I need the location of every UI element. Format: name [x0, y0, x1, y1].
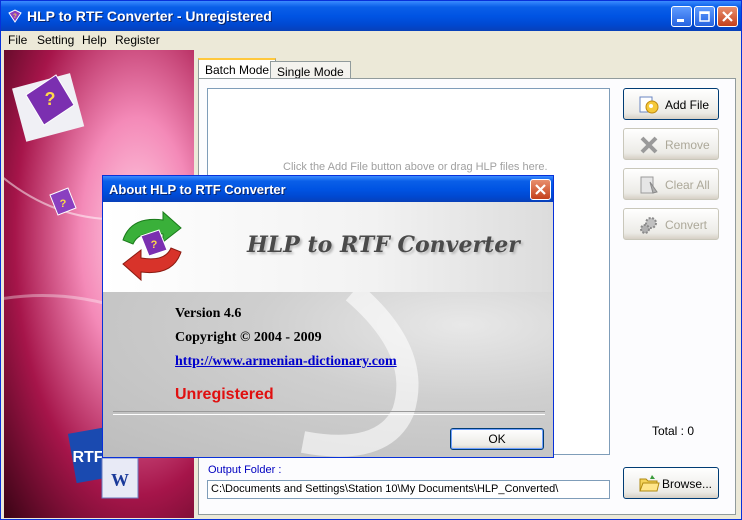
- browse-button[interactable]: Browse...: [623, 467, 719, 499]
- about-banner: ? HLP to RTF Converter: [103, 202, 553, 292]
- file-list-hint: Click the Add File button above or drag …: [283, 161, 548, 173]
- output-folder-field[interactable]: C:\Documents and Settings\Station 10\My …: [207, 480, 610, 499]
- menu-bar: File Setting Help Register: [1, 31, 741, 50]
- clear-all-icon: [640, 176, 658, 194]
- close-icon: [722, 11, 733, 22]
- total-count: Total : 0: [652, 424, 695, 438]
- output-folder-label: Output Folder :: [208, 464, 282, 476]
- remove-label: Remove: [665, 138, 710, 152]
- menu-file[interactable]: File: [8, 33, 27, 47]
- minimize-button[interactable]: [671, 6, 692, 27]
- convert-label: Convert: [665, 218, 708, 232]
- about-banner-title: HLP to RTF Converter: [247, 232, 520, 258]
- about-separator: [113, 411, 545, 415]
- convert-gear-icon: [640, 217, 657, 234]
- add-file-label: Add File: [665, 98, 710, 112]
- word-document-icon: W: [101, 457, 139, 499]
- convert-arrows-logo-icon: ?: [122, 210, 182, 282]
- close-button[interactable]: [717, 6, 738, 27]
- ok-button[interactable]: OK: [450, 428, 544, 450]
- remove-button[interactable]: Remove: [623, 128, 719, 160]
- remove-icon: [640, 136, 658, 154]
- title-bar[interactable]: ? HLP to RTF Converter - Unregistered: [1, 1, 741, 31]
- menu-setting[interactable]: Setting: [37, 33, 74, 47]
- folder-icon: [639, 475, 660, 492]
- about-title-bar[interactable]: About HLP to RTF Converter: [103, 176, 553, 202]
- svg-text:?: ?: [151, 239, 158, 251]
- add-file-button[interactable]: Add File: [623, 88, 719, 120]
- window-title: HLP to RTF Converter - Unregistered: [27, 8, 272, 24]
- minimize-icon: [677, 19, 684, 22]
- convert-button[interactable]: Convert: [623, 208, 719, 240]
- maximize-button[interactable]: [694, 6, 715, 27]
- svg-text:W: W: [111, 470, 129, 490]
- svg-text:?: ?: [45, 89, 56, 109]
- clear-all-label: Clear All: [665, 178, 710, 192]
- about-title: About HLP to RTF Converter: [109, 182, 286, 197]
- svg-text:?: ?: [60, 198, 67, 210]
- svg-text:?: ?: [13, 14, 17, 20]
- about-dialog: About HLP to RTF Converter ? HLP to RTF …: [102, 175, 554, 458]
- add-file-icon: [639, 96, 659, 114]
- about-version: Version 4.6: [175, 306, 242, 321]
- clear-all-button[interactable]: Clear All: [623, 168, 719, 200]
- tab-single-mode[interactable]: Single Mode: [270, 61, 351, 79]
- menu-help[interactable]: Help: [82, 33, 107, 47]
- help-book-icon: ?: [12, 73, 85, 142]
- app-book-icon: ?: [8, 9, 22, 23]
- about-copyright: Copyright © 2004 - 2009: [175, 330, 322, 345]
- about-website-link[interactable]: http://www.armenian-dictionary.com: [175, 354, 397, 370]
- about-close-button[interactable]: [530, 179, 551, 200]
- small-help-book-icon: ?: [49, 187, 77, 216]
- about-status: Unregistered: [175, 386, 274, 403]
- menu-register[interactable]: Register: [115, 33, 160, 47]
- svg-text:RTF: RTF: [72, 449, 103, 466]
- close-icon: [535, 184, 546, 195]
- tab-batch-mode[interactable]: Batch Mode: [198, 58, 277, 79]
- maximize-icon: [699, 11, 710, 22]
- browse-label: Browse...: [662, 477, 713, 491]
